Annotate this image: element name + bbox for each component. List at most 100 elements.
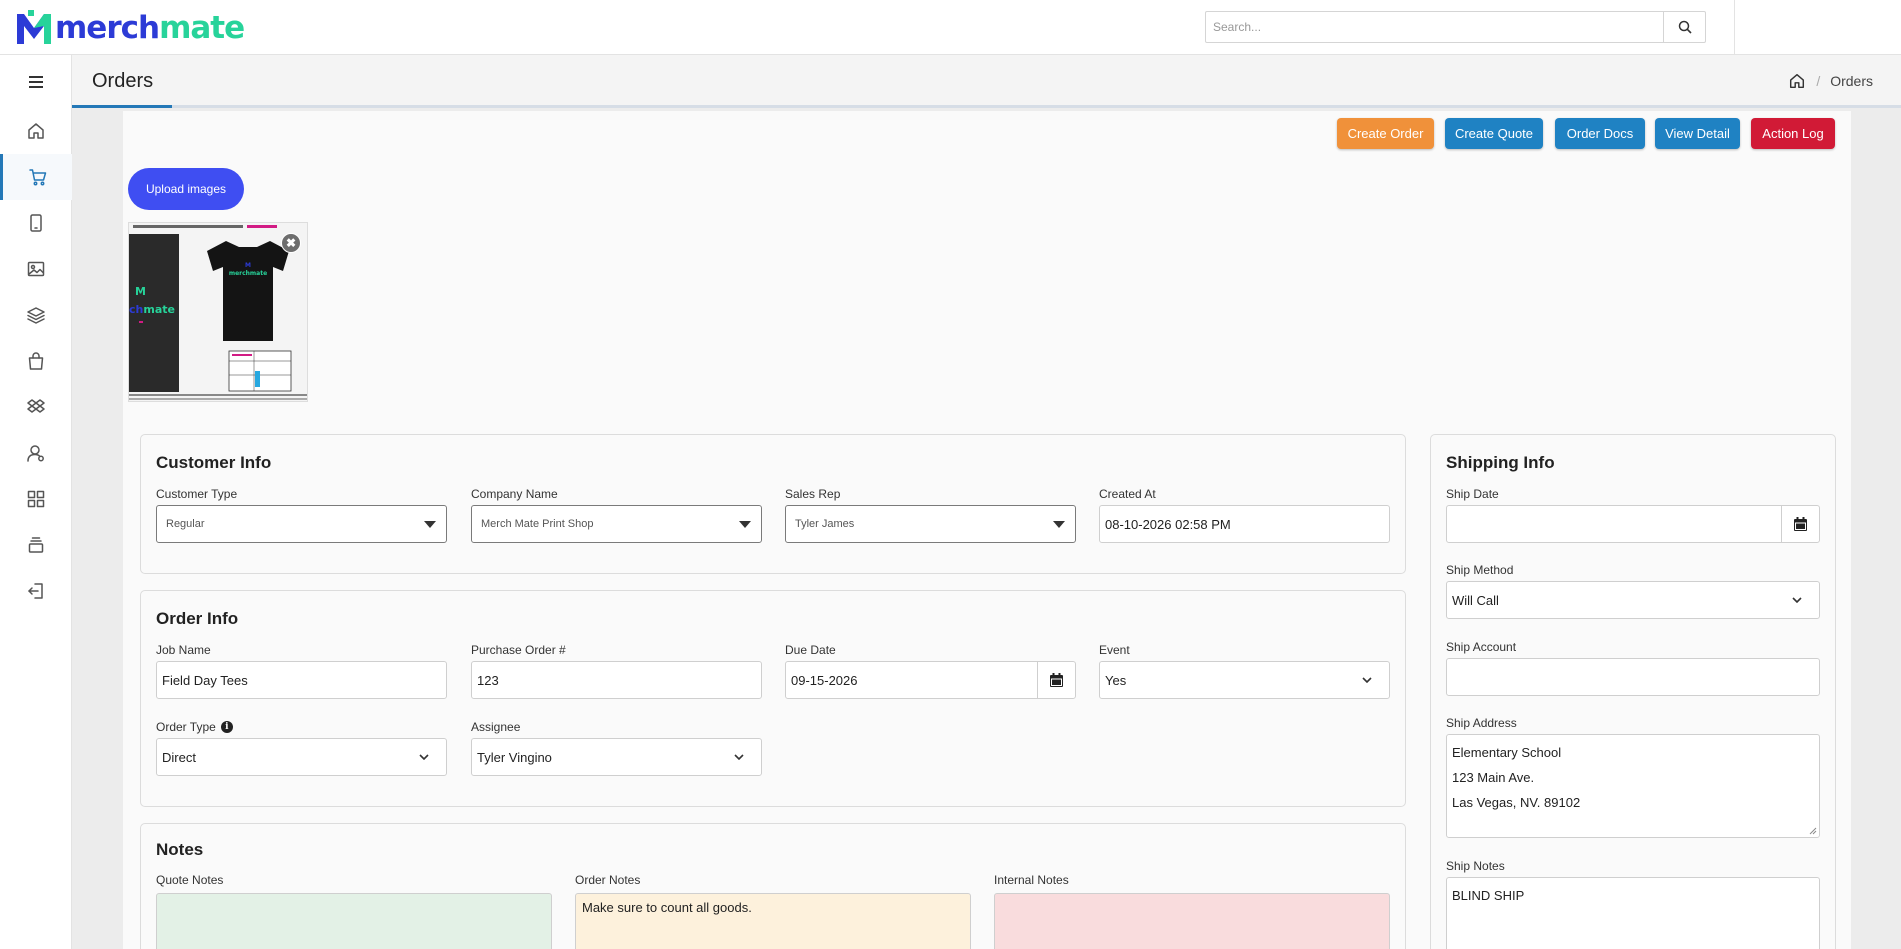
notes-title: Notes [156, 840, 204, 859]
hamburger-icon [29, 75, 43, 88]
thumb-shirt-text: merchmate [229, 270, 267, 277]
chevron-down-icon [734, 754, 744, 760]
internal-notes-textarea[interactable] [994, 893, 1390, 949]
search-button[interactable] [1663, 12, 1705, 42]
remove-image-button[interactable]: ✖ [281, 233, 301, 253]
ship-account-input[interactable] [1446, 658, 1820, 696]
topbar-divider [1734, 0, 1735, 55]
customer-type-select[interactable]: Regular [156, 505, 447, 543]
job-name-label: Job Name [156, 643, 211, 657]
menu-toggle-button[interactable] [0, 55, 72, 108]
image-thumbnail[interactable]: M chmate M merchmate ✖ [128, 222, 308, 402]
caret-down-icon [739, 520, 751, 528]
order-info-card: Order Info Job Name Field Day Tees Purch… [140, 590, 1406, 807]
info-icon[interactable]: i [220, 721, 233, 733]
svg-text:M: M [245, 262, 251, 269]
company-name-label: Company Name [471, 487, 558, 501]
sidebar-item-tablet[interactable] [0, 200, 72, 246]
page-title: Orders [92, 70, 154, 92]
logo-text-merch: merch [55, 10, 160, 46]
ship-date-input[interactable] [1446, 505, 1820, 543]
notes-card: Notes Quote Notes Order Notes Make sure … [140, 823, 1406, 949]
order-notes-textarea[interactable]: Make sure to count all goods. [575, 893, 971, 949]
mockup-image: M chmate M merchmate [129, 223, 307, 401]
ship-notes-value: BLIND SHIP [1452, 888, 1525, 903]
created-at-field[interactable]: 08-10-2026 02:58 PM [1099, 505, 1390, 543]
sidebar-item-apps[interactable] [0, 476, 72, 522]
image-icon [27, 261, 45, 277]
logo-m-icon [17, 10, 51, 44]
sidebar-item-stack[interactable] [0, 522, 72, 568]
search-input[interactable] [1206, 12, 1663, 42]
order-info-title: Order Info [156, 609, 239, 628]
ship-address-textarea[interactable]: Elementary School 123 Main Ave. Las Vega… [1446, 734, 1820, 838]
thumb-logo-part1: ch [129, 303, 143, 316]
chevron-down-icon [1792, 597, 1802, 603]
event-select[interactable]: Yes [1099, 661, 1390, 699]
sidebar-item-images[interactable] [0, 246, 72, 292]
view-detail-button[interactable]: View Detail [1655, 118, 1740, 149]
sidebar-item-bag[interactable] [0, 338, 72, 384]
po-number-input[interactable]: 123 [471, 661, 762, 699]
order-type-label: Order Type i [156, 720, 233, 734]
ship-address-line: Las Vegas, NV. 89102 [1452, 795, 1581, 810]
ship-method-select[interactable]: Will Call [1446, 581, 1820, 619]
customer-info-card: Customer Info Customer Type Regular Comp… [140, 434, 1406, 574]
ship-notes-textarea[interactable]: BLIND SHIP [1446, 877, 1820, 949]
job-name-input[interactable]: Field Day Tees [156, 661, 447, 699]
ship-address-label: Ship Address [1446, 716, 1517, 730]
sidebar-item-layers[interactable] [0, 292, 72, 338]
job-name-value: Field Day Tees [162, 672, 248, 688]
resize-handle-icon[interactable] [1809, 827, 1817, 835]
upload-images-button[interactable]: Upload images [128, 168, 244, 210]
user-icon [27, 445, 44, 462]
sidebar-item-orders[interactable] [0, 154, 72, 200]
quote-notes-textarea[interactable] [156, 893, 552, 949]
grid-icon [27, 490, 45, 508]
layers-icon [27, 307, 45, 324]
sidebar [0, 55, 72, 949]
company-name-select[interactable]: Merch Mate Print Shop [471, 505, 762, 543]
home-icon [28, 123, 44, 139]
page-header: Orders / Orders [72, 55, 1901, 108]
create-order-button[interactable]: Create Order [1337, 118, 1434, 149]
logout-icon [28, 583, 43, 599]
merchmate-logo[interactable]: merchmate [14, 8, 245, 48]
home-icon[interactable] [1788, 72, 1806, 90]
stack-icon [28, 537, 44, 553]
shipping-info-card: Shipping Info Ship Date Ship Method Will… [1430, 434, 1836, 949]
ship-date-label: Ship Date [1446, 487, 1499, 501]
order-type-select[interactable]: Direct [156, 738, 447, 776]
create-quote-button[interactable]: Create Quote [1445, 118, 1543, 149]
sidebar-item-dropbox[interactable] [0, 384, 72, 430]
top-bar: merchmate [0, 0, 1901, 55]
svg-text:M: M [135, 285, 146, 298]
sidebar-item-logout[interactable] [0, 568, 72, 614]
order-type-label-text: Order Type [156, 720, 216, 734]
calendar-icon [1794, 517, 1807, 531]
search-icon [1678, 20, 1692, 34]
ship-address-line: 123 Main Ave. [1452, 770, 1535, 785]
due-date-input[interactable]: 09-15-2026 [785, 661, 1076, 699]
order-type-value: Direct [162, 749, 196, 765]
caret-down-icon [424, 520, 436, 528]
event-value: Yes [1105, 672, 1127, 688]
close-icon: ✖ [285, 236, 297, 250]
company-name-value: Merch Mate Print Shop [481, 518, 594, 530]
order-content: Create Order Create Quote Order Docs Vie… [123, 111, 1851, 949]
order-docs-button[interactable]: Order Docs [1555, 118, 1645, 149]
ship-notes-label: Ship Notes [1446, 859, 1505, 873]
ship-date-calendar-button[interactable] [1781, 506, 1819, 542]
sidebar-item-home[interactable] [0, 108, 72, 154]
action-log-button[interactable]: Action Log [1751, 118, 1835, 149]
assignee-value: Tyler Vingino [477, 749, 552, 765]
assignee-select[interactable]: Tyler Vingino [471, 738, 762, 776]
breadcrumb-current: Orders [1830, 73, 1873, 89]
due-date-label: Due Date [785, 643, 836, 657]
due-date-calendar-button[interactable] [1037, 662, 1075, 698]
sales-rep-select[interactable]: Tyler James [785, 505, 1076, 543]
dropbox-icon [27, 399, 45, 413]
active-tab-underline [72, 105, 172, 108]
sidebar-item-customers[interactable] [0, 430, 72, 476]
tablet-icon [30, 214, 42, 232]
